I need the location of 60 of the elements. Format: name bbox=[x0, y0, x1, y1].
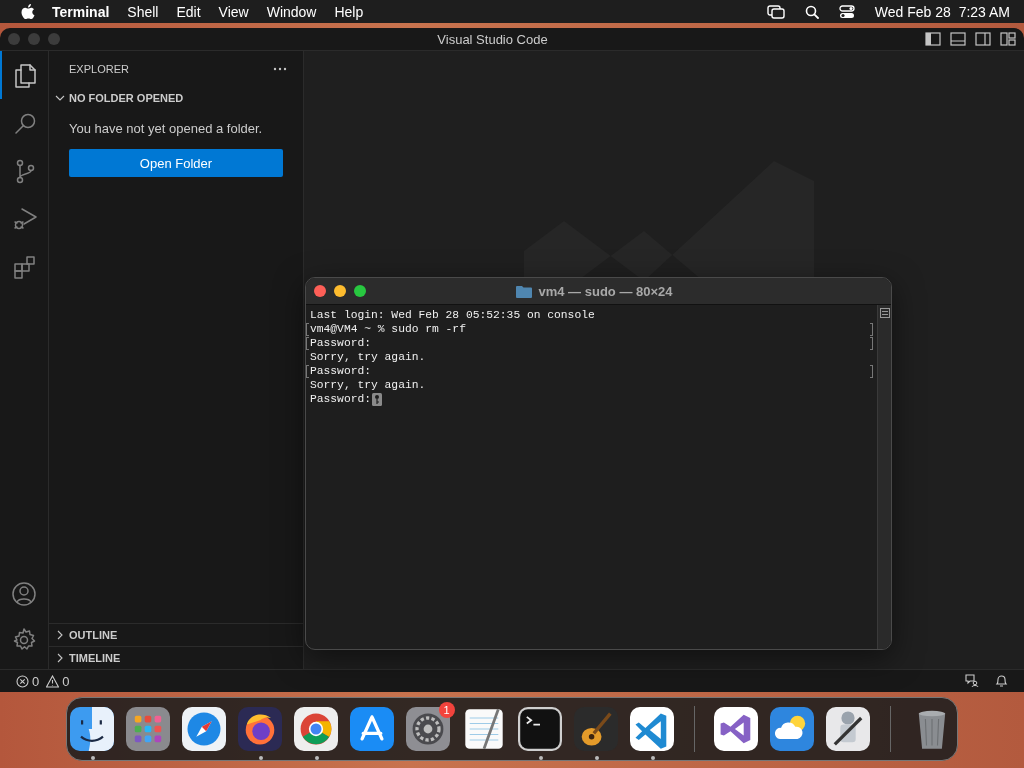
apple-icon[interactable] bbox=[20, 2, 36, 21]
files-icon bbox=[12, 62, 38, 88]
sidebar-toggle-icon[interactable] bbox=[925, 32, 941, 46]
terminal-line: vm4@VM4 ~ % sudo rm -rf bbox=[310, 322, 466, 336]
app-menu[interactable]: Terminal bbox=[52, 3, 110, 20]
split-pane-icon[interactable] bbox=[879, 308, 890, 318]
sidebar-title: EXPLORER bbox=[69, 63, 129, 75]
section-header[interactable]: OUTLINE bbox=[49, 623, 303, 646]
terminal-icon[interactable] bbox=[518, 707, 562, 751]
menu-item[interactable]: Window bbox=[266, 3, 317, 20]
terminal-line: Sorry, try again. bbox=[310, 378, 426, 392]
menu-item[interactable]: Edit bbox=[176, 3, 201, 20]
clock[interactable]: Wed Feb 28 7:23 AM bbox=[874, 3, 1010, 20]
secondary-sidebar-icon[interactable] bbox=[975, 32, 991, 46]
run-debug-icon bbox=[12, 206, 38, 232]
layout-icon[interactable] bbox=[1000, 32, 1016, 46]
notification-badge: 1 bbox=[438, 702, 455, 718]
sidebar-message: You have not yet opened a folder. bbox=[69, 121, 264, 136]
fox-globe-icon[interactable] bbox=[238, 707, 282, 751]
compass-icon[interactable] bbox=[182, 707, 226, 751]
open-folder-button[interactable]: Open Folder bbox=[69, 149, 283, 177]
account-icon[interactable] bbox=[11, 581, 37, 607]
terminal-line: Last login: Wed Feb 28 05:52:35 on console bbox=[310, 308, 595, 322]
terminal-line: Password: bbox=[310, 392, 371, 406]
extensions-icon bbox=[12, 254, 38, 280]
code-editor-icon[interactable] bbox=[630, 707, 674, 751]
gear-icon[interactable] bbox=[406, 707, 450, 751]
cloud-sun-icon[interactable] bbox=[770, 707, 814, 751]
guitar-icon[interactable] bbox=[574, 707, 618, 751]
window-title: vm4 — sudo — 80×24 bbox=[538, 283, 673, 299]
app-grid-icon[interactable] bbox=[126, 707, 170, 751]
finder-icon[interactable] bbox=[70, 707, 114, 751]
menu-item[interactable]: View bbox=[218, 3, 249, 20]
menu-item[interactable]: Shell bbox=[127, 3, 159, 20]
notifications-icon[interactable] bbox=[995, 674, 1008, 688]
panel-toggle-icon[interactable] bbox=[950, 32, 966, 46]
problems-status[interactable]: 0 0 bbox=[16, 673, 74, 689]
terminal-line: Password: bbox=[310, 336, 371, 350]
app-store-icon[interactable] bbox=[350, 707, 394, 751]
terminal-line: Password: bbox=[310, 364, 371, 378]
section-header[interactable]: NO FOLDER OPENED bbox=[49, 87, 303, 109]
feedback-icon[interactable] bbox=[965, 674, 979, 688]
control-center-icon[interactable] bbox=[838, 4, 855, 19]
notepad-icon[interactable] bbox=[462, 707, 506, 751]
window-title: Visual Studio Code bbox=[436, 31, 549, 47]
more-actions-icon[interactable] bbox=[273, 67, 287, 71]
scroll-bar[interactable] bbox=[877, 305, 891, 649]
search-icon[interactable] bbox=[804, 4, 819, 19]
close-button[interactable] bbox=[314, 285, 326, 297]
zoom-button[interactable] bbox=[354, 285, 366, 297]
warning-icon bbox=[46, 674, 60, 688]
screen-mirroring-icon[interactable] bbox=[766, 4, 785, 19]
folder-icon bbox=[516, 284, 533, 298]
menu-item[interactable]: Help bbox=[334, 3, 364, 20]
terminal-line: Sorry, try again. bbox=[310, 350, 426, 364]
infinity-icon[interactable] bbox=[714, 707, 758, 751]
settings-icon[interactable] bbox=[11, 627, 37, 653]
robot-icon[interactable] bbox=[826, 707, 870, 751]
error-icon bbox=[16, 674, 29, 688]
minimize-button[interactable] bbox=[334, 285, 346, 297]
